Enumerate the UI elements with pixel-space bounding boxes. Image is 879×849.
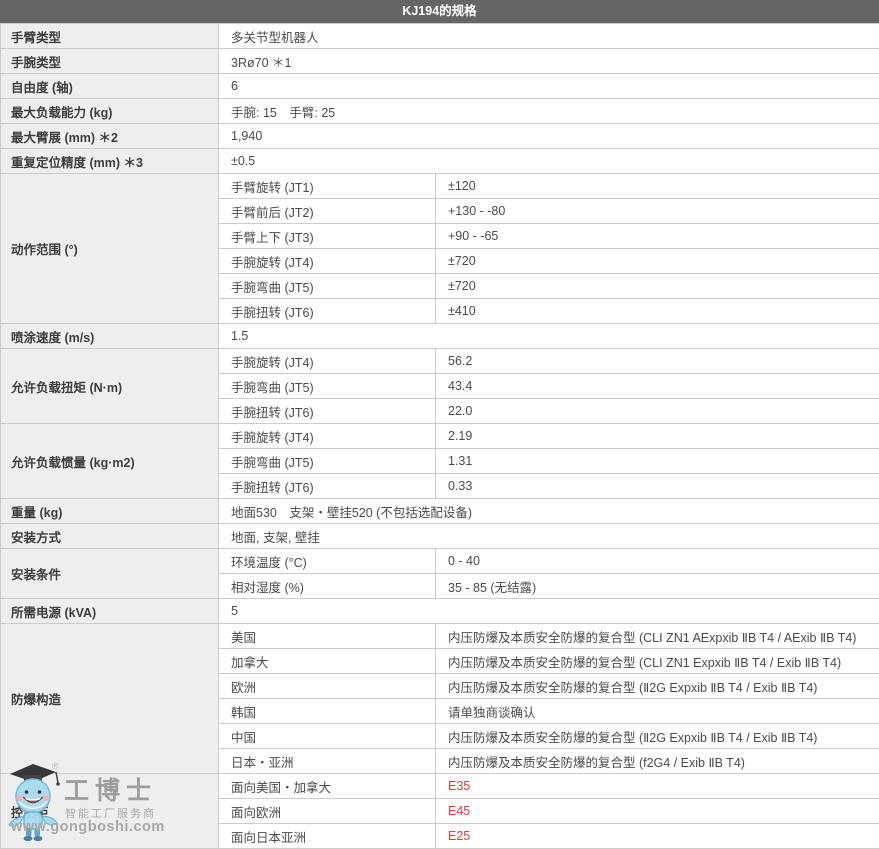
row-label: 允许负载扭矩 (N·m)	[1, 349, 219, 424]
sub-row-value: 内压防爆及本质安全防爆的复合型 (f2G4 / Exib ⅡB T4)	[436, 749, 879, 774]
spec-sheet: KJ194的规格 手臂类型多关节型机器人手腕类型3Rø70 ＊1自由度 (轴)6…	[0, 0, 879, 849]
row-value: 3Rø70 ＊1	[219, 49, 879, 74]
sub-row-label: 面向日本亚洲	[219, 824, 436, 849]
sub-row-value: E45	[436, 799, 879, 824]
spec-row: 最大负载能力 (kg)手腕: 15 手臂: 25	[1, 99, 879, 124]
sub-row-value: 43.4	[436, 374, 879, 399]
sub-row-label: 手腕弯曲 (JT5)	[219, 274, 436, 299]
spec-table: 手臂类型多关节型机器人手腕类型3Rø70 ＊1自由度 (轴)6最大负载能力 (k…	[0, 23, 879, 849]
sub-row-value: 56.2	[436, 349, 879, 374]
row-label: 最大负载能力 (kg)	[1, 99, 219, 124]
row-label: 所需电源 (kVA)	[1, 599, 219, 624]
spec-row: 重量 (kg)地面530 支架・壁挂520 (不包括选配设备)	[1, 499, 879, 524]
sub-row-value: 2.19	[436, 424, 879, 449]
row-label: 重复定位精度 (mm) ＊3	[1, 149, 219, 174]
sub-row-value: 35 - 85 (无结露)	[436, 574, 879, 599]
sub-row-value: 内压防爆及本质安全防爆的复合型 (Ⅱ2G Expxib ⅡB T4 / Exib…	[436, 674, 879, 699]
row-value: 地面530 支架・壁挂520 (不包括选配设备)	[219, 499, 879, 524]
table-title: KJ194的规格	[0, 0, 879, 23]
row-value: 地面, 支架, 壁挂	[219, 524, 879, 549]
row-value: 5	[219, 599, 879, 624]
sub-row-value: ±720	[436, 274, 879, 299]
spec-sub-row: 动作范围 (°)手臂旋转 (JT1)±120	[1, 174, 879, 199]
sub-row-label: 面向欧洲	[219, 799, 436, 824]
sub-row-label: 手腕扭转 (JT6)	[219, 299, 436, 324]
row-label: 控制柜	[1, 774, 219, 849]
sub-row-label: 欧洲	[219, 674, 436, 699]
spec-sub-row: 安装条件环境温度 (°C)0 - 40	[1, 549, 879, 574]
spec-row: 重复定位精度 (mm) ＊3±0.5	[1, 149, 879, 174]
spec-sub-row: 允许负载惯量 (kg·m2)手腕旋转 (JT4)2.19	[1, 424, 879, 449]
sub-row-label: 中国	[219, 724, 436, 749]
sub-row-label: 相对湿度 (%)	[219, 574, 436, 599]
row-label: 重量 (kg)	[1, 499, 219, 524]
row-label: 动作范围 (°)	[1, 174, 219, 324]
row-label: 喷涂速度 (m/s)	[1, 324, 219, 349]
row-value: 1,940	[219, 124, 879, 149]
sub-row-label: 手臂旋转 (JT1)	[219, 174, 436, 199]
sub-row-label: 手腕弯曲 (JT5)	[219, 449, 436, 474]
spec-row: 自由度 (轴)6	[1, 74, 879, 99]
sub-row-label: 手臂上下 (JT3)	[219, 224, 436, 249]
sub-row-value: 0 - 40	[436, 549, 879, 574]
spec-sub-row: 控制柜面向美国・加拿大E35	[1, 774, 879, 799]
spec-row: 手臂类型多关节型机器人	[1, 24, 879, 49]
row-label: 手臂类型	[1, 24, 219, 49]
spec-row: 所需电源 (kVA)5	[1, 599, 879, 624]
sub-row-value: 请单独商谈确认	[436, 699, 879, 724]
row-label: 最大臂展 (mm) ＊2	[1, 124, 219, 149]
row-value: 多关节型机器人	[219, 24, 879, 49]
sub-row-value: 1.31	[436, 449, 879, 474]
sub-row-value: ±410	[436, 299, 879, 324]
row-label: 防爆构造	[1, 624, 219, 774]
sub-row-label: 手腕旋转 (JT4)	[219, 349, 436, 374]
row-value: 1.5	[219, 324, 879, 349]
sub-row-value: 0.33	[436, 474, 879, 499]
sub-row-label: 日本・亚洲	[219, 749, 436, 774]
sub-row-label: 手腕旋转 (JT4)	[219, 424, 436, 449]
sub-row-label: 面向美国・加拿大	[219, 774, 436, 799]
sub-row-value: E35	[436, 774, 879, 799]
sub-row-value: 内压防爆及本质安全防爆的复合型 (CLI ZN1 AExpxib ⅡB T4 /…	[436, 624, 879, 649]
sub-row-label: 手腕旋转 (JT4)	[219, 249, 436, 274]
sub-row-label: 加拿大	[219, 649, 436, 674]
sub-row-label: 手臂前后 (JT2)	[219, 199, 436, 224]
row-label: 安装条件	[1, 549, 219, 599]
row-label: 安装方式	[1, 524, 219, 549]
spec-row: 最大臂展 (mm) ＊21,940	[1, 124, 879, 149]
sub-row-value: 内压防爆及本质安全防爆的复合型 (Ⅱ2G Expxib ⅡB T4 / Exib…	[436, 724, 879, 749]
row-value: 手腕: 15 手臂: 25	[219, 99, 879, 124]
sub-row-value: 内压防爆及本质安全防爆的复合型 (CLI ZN1 Expxib ⅡB T4 / …	[436, 649, 879, 674]
sub-row-label: 环境温度 (°C)	[219, 549, 436, 574]
sub-row-value: 22.0	[436, 399, 879, 424]
row-label: 允许负载惯量 (kg·m2)	[1, 424, 219, 499]
sub-row-label: 手腕扭转 (JT6)	[219, 399, 436, 424]
sub-row-value: ±720	[436, 249, 879, 274]
spec-row: 安装方式地面, 支架, 壁挂	[1, 524, 879, 549]
row-label: 自由度 (轴)	[1, 74, 219, 99]
row-label: 手腕类型	[1, 49, 219, 74]
row-value: ±0.5	[219, 149, 879, 174]
sub-row-label: 手腕弯曲 (JT5)	[219, 374, 436, 399]
spec-row: 手腕类型3Rø70 ＊1	[1, 49, 879, 74]
row-value: 6	[219, 74, 879, 99]
sub-row-label: 手腕扭转 (JT6)	[219, 474, 436, 499]
spec-sub-row: 允许负载扭矩 (N·m)手腕旋转 (JT4)56.2	[1, 349, 879, 374]
sub-row-label: 美国	[219, 624, 436, 649]
spec-sub-row: 防爆构造美国内压防爆及本质安全防爆的复合型 (CLI ZN1 AExpxib Ⅱ…	[1, 624, 879, 649]
sub-row-value: ±120	[436, 174, 879, 199]
sub-row-value: +90 - -65	[436, 224, 879, 249]
sub-row-label: 韩国	[219, 699, 436, 724]
sub-row-value: E25	[436, 824, 879, 849]
spec-row: 喷涂速度 (m/s)1.5	[1, 324, 879, 349]
sub-row-value: +130 - -80	[436, 199, 879, 224]
